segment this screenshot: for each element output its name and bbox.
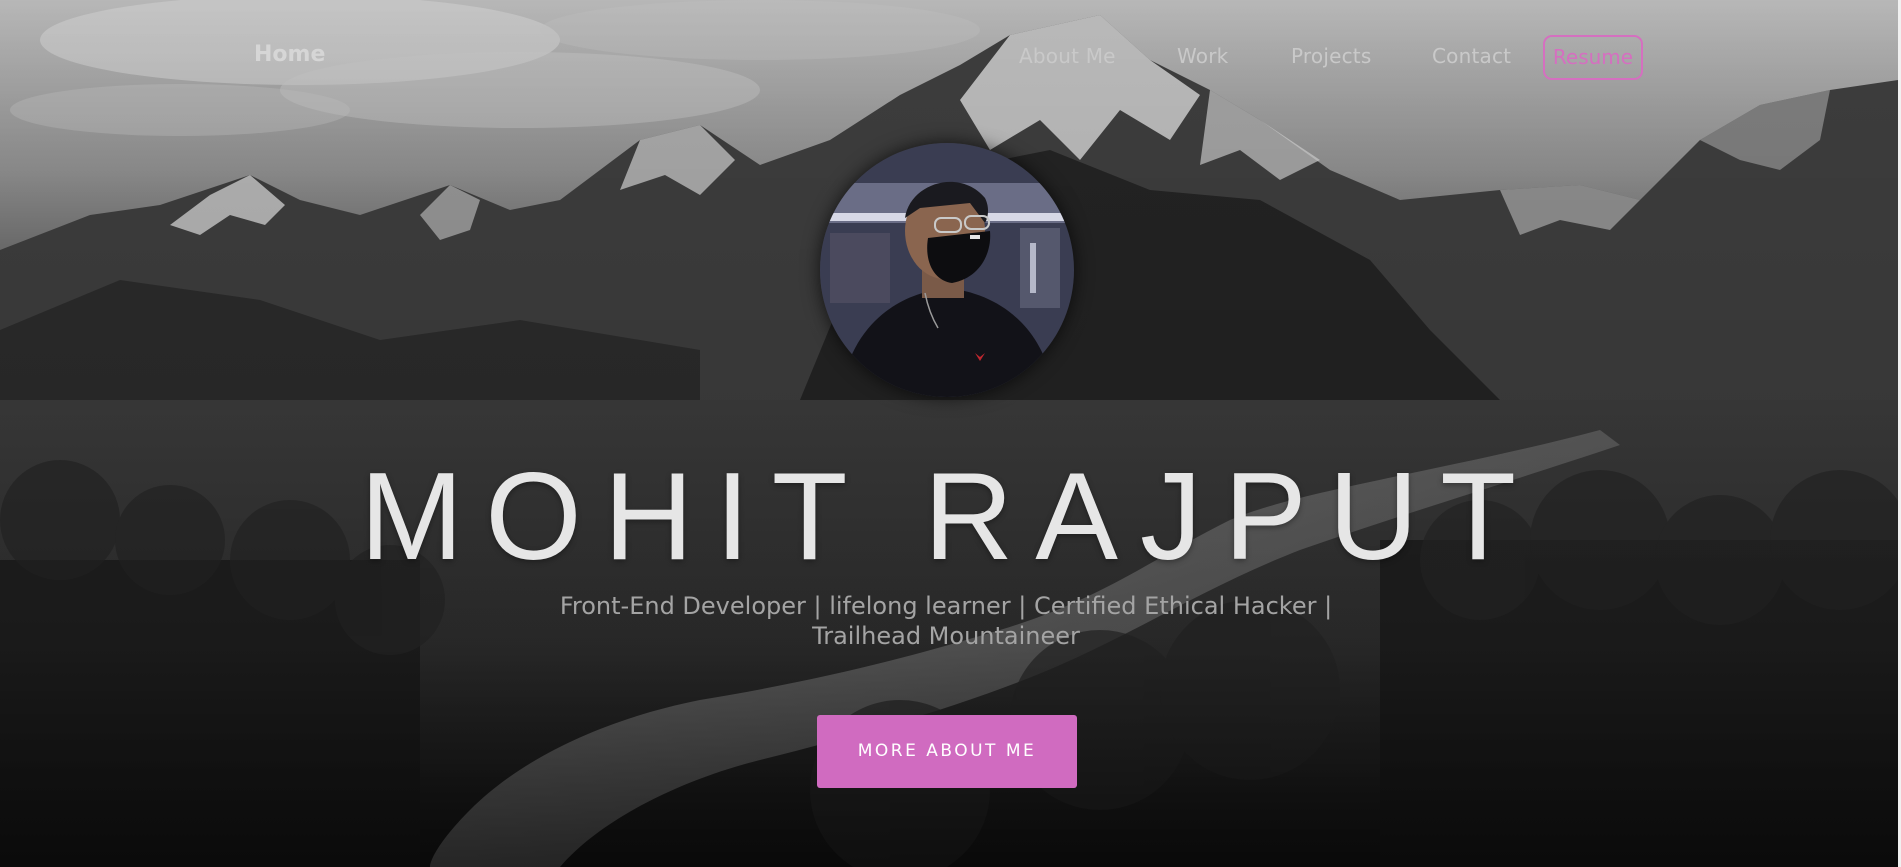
hero-tagline: Front-End Developer | lifelong learner |…	[520, 591, 1372, 651]
nav-contact-link[interactable]: Contact	[1432, 44, 1511, 68]
avatar	[820, 143, 1074, 397]
more-about-me-button[interactable]: MORE ABOUT ME	[817, 715, 1077, 788]
nav-about-me-link[interactable]: About Me	[1019, 44, 1116, 68]
nav-work-link[interactable]: Work	[1177, 44, 1228, 68]
hero-tagline-line-1: Front-End Developer | lifelong learner |…	[559, 592, 1333, 620]
resume-button[interactable]: Resume	[1543, 35, 1643, 80]
profile-photo	[820, 143, 1074, 397]
nav-projects-link[interactable]: Projects	[1291, 44, 1371, 68]
hero-section: Home About Me Work Projects Contact Resu…	[0, 0, 1898, 867]
hero-name: MOHIT RAJPUT	[360, 448, 1538, 586]
hero-tagline-line-2: Trailhead Mountaineer	[812, 622, 1080, 650]
nav-home-link[interactable]: Home	[254, 42, 325, 67]
